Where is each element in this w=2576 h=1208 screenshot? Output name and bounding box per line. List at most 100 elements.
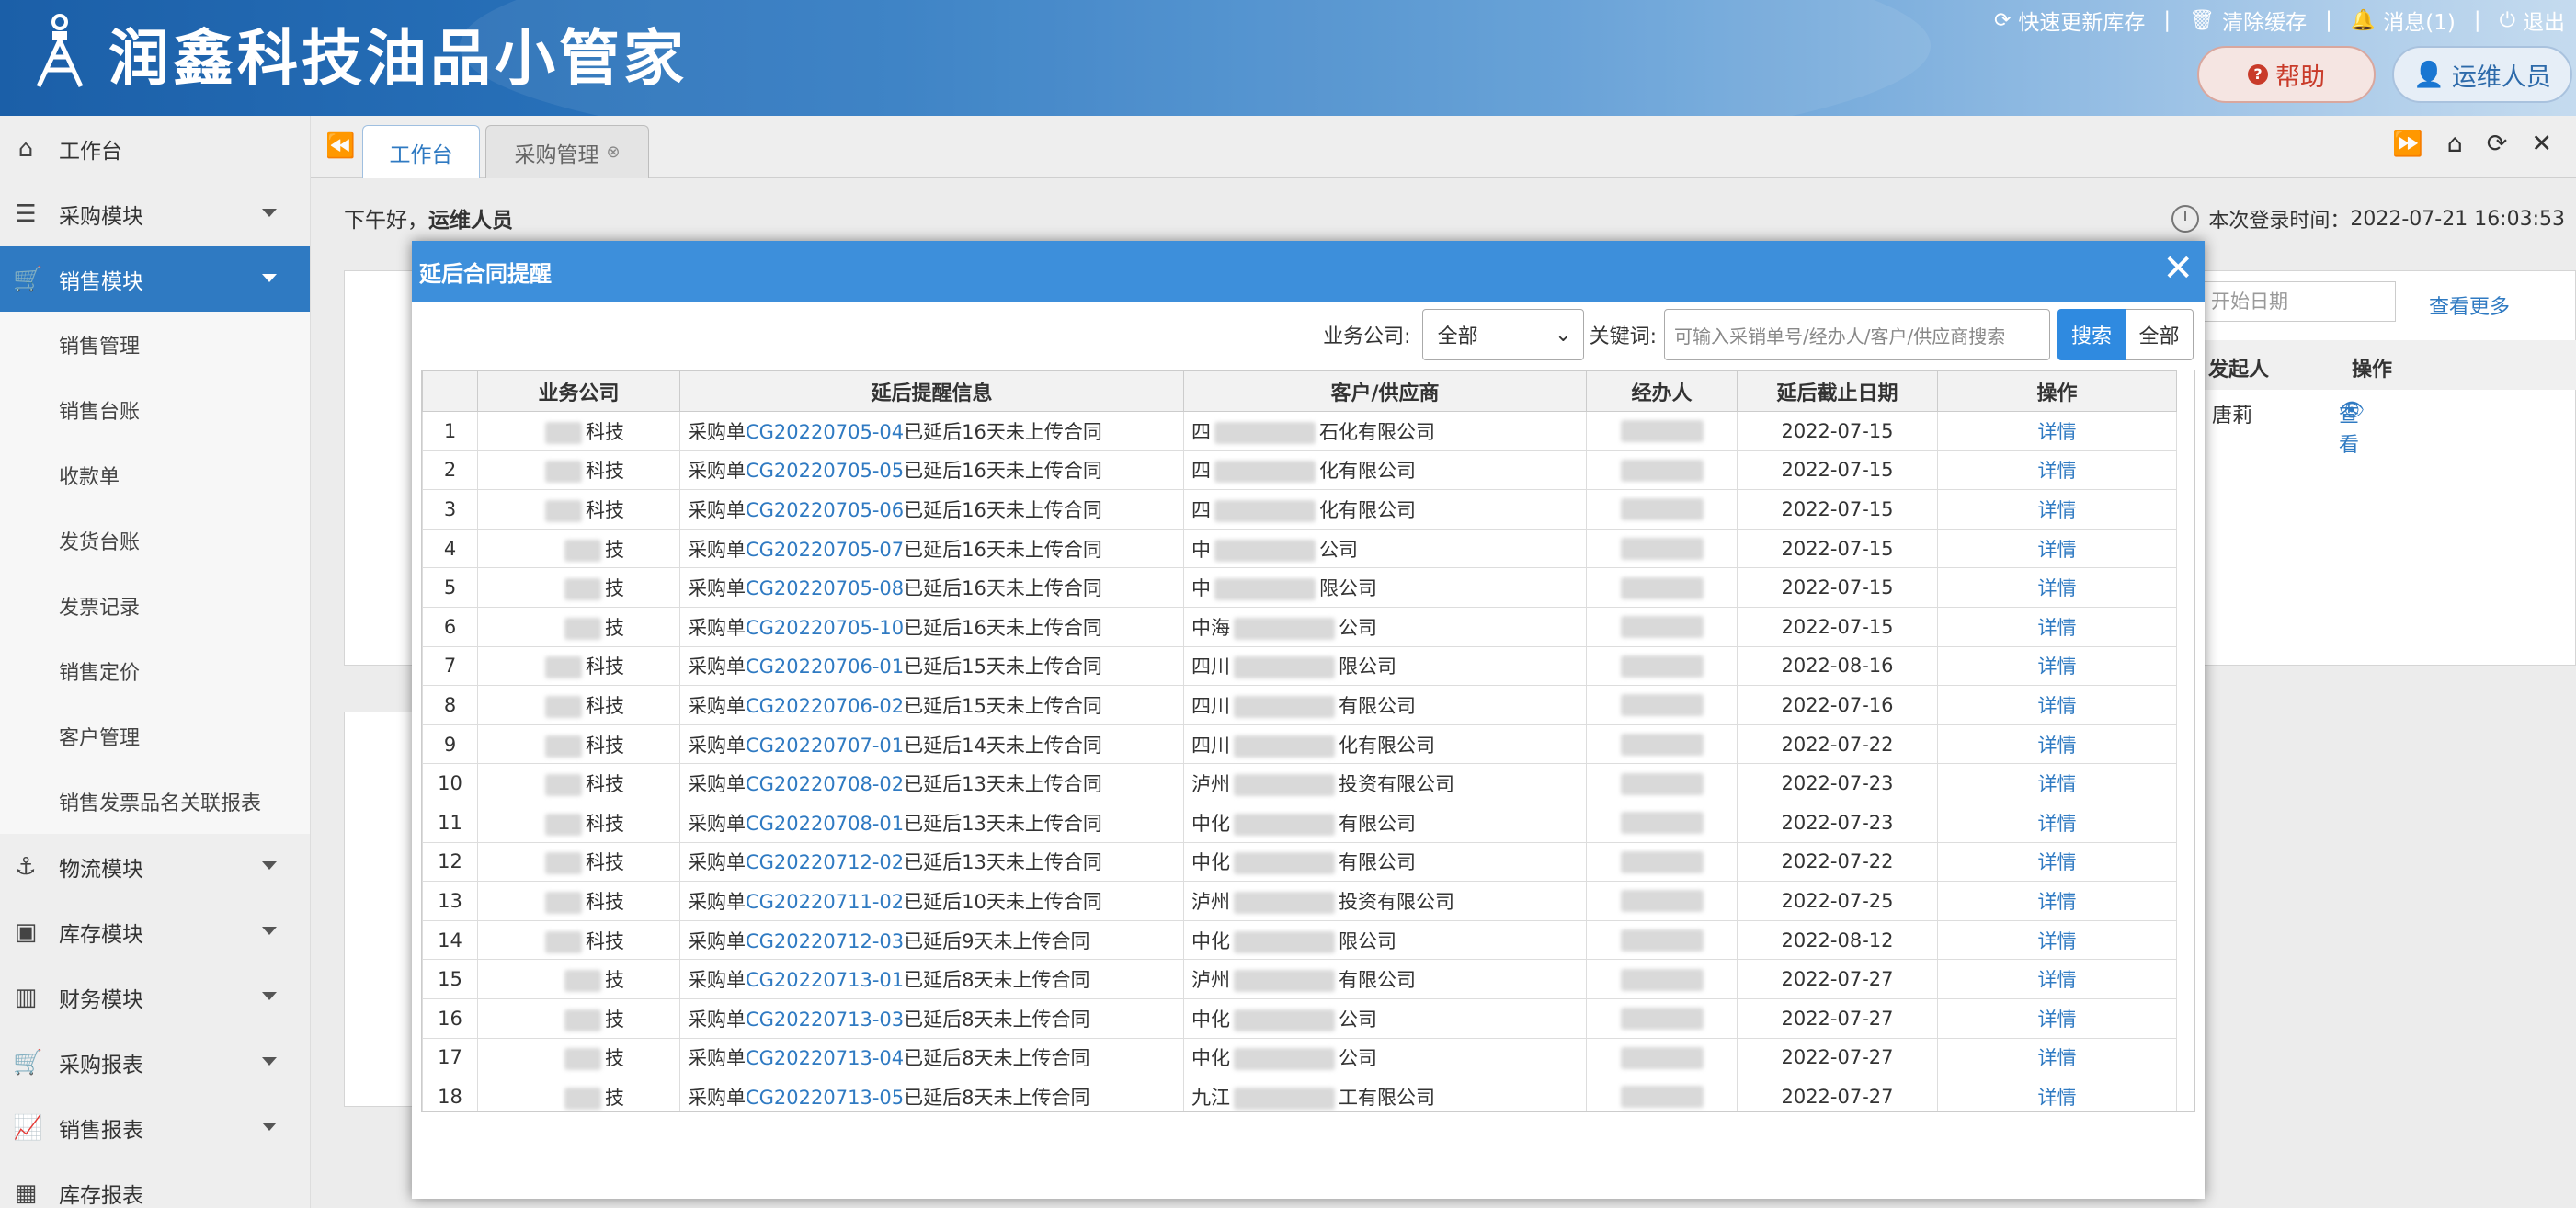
- order-code-link[interactable]: CG20220712-02: [746, 851, 904, 873]
- detail-link[interactable]: 详情: [1937, 919, 2177, 961]
- tab-purchase-mgmt[interactable]: 采购管理 ⊗: [485, 125, 649, 178]
- sidebar-item-logistics[interactable]: ⚓ 物流模块: [0, 834, 310, 899]
- home-icon[interactable]: ⌂: [2447, 130, 2463, 158]
- company-cell: 科技: [477, 881, 680, 921]
- help-button[interactable]: ? 帮助: [2197, 46, 2376, 103]
- clock-icon: [2171, 205, 2200, 233]
- row-index: 14: [422, 919, 478, 961]
- redacted-blur: [1620, 1046, 1704, 1069]
- company-select[interactable]: 全部 ⌄: [1421, 309, 1584, 360]
- close-icon[interactable]: ✕: [2531, 130, 2552, 158]
- scrollbar-track[interactable]: [2194, 499, 2195, 1112]
- order-code-link[interactable]: CG20220705-08: [746, 577, 904, 599]
- col-deadline: 延后截止日期: [1737, 370, 1938, 412]
- sidebar-sub-sales-ledger[interactable]: 销售台账: [0, 377, 310, 442]
- row-index: 17: [422, 1037, 478, 1078]
- sidebar-item-inventory-report[interactable]: ▦ 库存报表: [0, 1160, 310, 1208]
- close-tab-icon[interactable]: ⊗: [606, 142, 620, 162]
- info-cell: 采购单CG20220712-02已延后13天未上传合同: [679, 841, 1184, 883]
- sidebar-sub-invoices[interactable]: 发票记录: [0, 573, 310, 638]
- sidebar-sub-pricing[interactable]: 销售定价: [0, 638, 310, 703]
- sidebar-item-finance[interactable]: ▥ 财务模块: [0, 964, 310, 1030]
- company-cell: 技: [477, 1037, 680, 1078]
- sidebar-sub-shipping-ledger[interactable]: 发货台账: [0, 507, 310, 573]
- refresh-inventory-link[interactable]: ⟳ 快速更新库存: [1994, 5, 2145, 36]
- redacted-blur: [545, 813, 582, 836]
- order-code-link[interactable]: CG20220713-01: [746, 969, 904, 991]
- order-code-link[interactable]: CG20220705-10: [746, 617, 904, 639]
- redacted-blur: [545, 735, 582, 758]
- company-cell: 科技: [477, 724, 680, 765]
- logout-link[interactable]: ⏻ 退出: [2500, 5, 2565, 36]
- refresh-icon[interactable]: ⟳: [2487, 130, 2508, 158]
- order-code-link[interactable]: CG20220708-01: [746, 813, 904, 835]
- close-icon[interactable]: ✕: [2162, 250, 2194, 287]
- col-info: 延后提醒信息: [679, 370, 1184, 412]
- search-button[interactable]: 搜索: [2057, 309, 2126, 360]
- separator: |: [2473, 8, 2481, 32]
- see-more-link[interactable]: 查看更多: [2429, 291, 2510, 320]
- order-code-link[interactable]: CG20220713-03: [746, 1009, 904, 1031]
- detail-link[interactable]: 详情: [1937, 881, 2177, 921]
- order-code-link[interactable]: CG20220713-05: [746, 1087, 904, 1109]
- redacted-blur: [1620, 968, 1704, 991]
- tab-bar: ⏪ 工作台 采购管理 ⊗ ⏩ ⌂ ⟳ ✕: [311, 116, 2576, 178]
- order-code-link[interactable]: CG20220708-02: [746, 773, 904, 795]
- redacted-blur: [545, 421, 582, 444]
- detail-link[interactable]: 详情: [1937, 489, 2177, 530]
- sidebar-item-workbench[interactable]: ⌂ 工作台: [0, 116, 310, 181]
- deadline-cell: 2022-07-27: [1737, 1077, 1938, 1111]
- order-code-link[interactable]: CG20220705-07: [746, 539, 904, 561]
- tabs-scroll-left-icon[interactable]: ⏪: [325, 132, 355, 160]
- detail-link[interactable]: 详情: [1937, 997, 2177, 1039]
- sidebar-item-sales-report[interactable]: 📈 销售报表: [0, 1095, 310, 1160]
- sidebar-item-purchase-report[interactable]: 🛒 采购报表: [0, 1030, 310, 1095]
- detail-link[interactable]: 详情: [1937, 606, 2177, 647]
- order-code-link[interactable]: CG20220705-04: [746, 421, 904, 443]
- handler-cell: [1586, 685, 1738, 725]
- order-code-link[interactable]: CG20220706-01: [746, 655, 904, 678]
- start-date-input[interactable]: 开始日期: [2203, 281, 2396, 322]
- detail-link[interactable]: 详情: [1937, 685, 2177, 725]
- all-button[interactable]: 全部: [2126, 309, 2194, 360]
- order-code-link[interactable]: CG20220706-02: [746, 695, 904, 717]
- detail-link[interactable]: 详情: [1937, 567, 2177, 608]
- deadline-cell: 2022-07-15: [1737, 567, 1938, 608]
- detail-link[interactable]: 详情: [1937, 724, 2177, 765]
- detail-link[interactable]: 详情: [1937, 1037, 2177, 1078]
- tab-workbench[interactable]: 工作台: [362, 125, 480, 178]
- clear-cache-link[interactable]: 🗑 清除缓存: [2189, 5, 2307, 36]
- redacted-blur: [1620, 929, 1704, 952]
- order-code-link[interactable]: CG20220713-04: [746, 1047, 904, 1069]
- info-cell: 采购单CG20220712-03已延后9天未上传合同: [679, 919, 1184, 961]
- sidebar-sub-customers[interactable]: 客户管理: [0, 703, 310, 769]
- detail-link[interactable]: 详情: [1937, 411, 2177, 451]
- detail-link[interactable]: 详情: [1937, 841, 2177, 883]
- sidebar-item-sales[interactable]: 🛒 销售模块: [0, 246, 310, 312]
- user-button[interactable]: 👤 运维人员: [2392, 46, 2572, 103]
- detail-link[interactable]: 详情: [1937, 450, 2177, 491]
- detail-link[interactable]: 详情: [1937, 528, 2177, 569]
- detail-link[interactable]: 详情: [1937, 645, 2177, 687]
- detail-link[interactable]: 详情: [1937, 1077, 2177, 1111]
- detail-link[interactable]: 详情: [1937, 802, 2177, 843]
- detail-link[interactable]: 详情: [1937, 959, 2177, 999]
- detail-link[interactable]: 详情: [1937, 763, 2177, 803]
- order-code-link[interactable]: CG20220705-05: [746, 460, 904, 482]
- sidebar-sub-receipts[interactable]: 收款单: [0, 442, 310, 507]
- order-code-link[interactable]: CG20220711-02: [746, 891, 904, 913]
- chevron-down-icon: [262, 992, 277, 1000]
- order-code-link[interactable]: CG20220705-06: [746, 499, 904, 521]
- messages-link[interactable]: 🔔 消息(1): [2351, 5, 2456, 36]
- sidebar-sub-sales-mgmt[interactable]: 销售管理: [0, 312, 310, 377]
- tabs-scroll-right-icon[interactable]: ⏩: [2392, 129, 2423, 158]
- row-index: 4: [422, 528, 478, 569]
- handler-cell: [1586, 724, 1738, 765]
- order-code-link[interactable]: CG20220712-03: [746, 930, 904, 952]
- company-cell: 科技: [477, 841, 680, 883]
- sidebar-item-inventory[interactable]: ▣ 库存模块: [0, 899, 310, 964]
- keyword-input[interactable]: 可输入采销单号/经办人/客户/供应商搜索: [1664, 309, 2050, 360]
- order-code-link[interactable]: CG20220707-01: [746, 735, 904, 757]
- sidebar-sub-invoice-report[interactable]: 销售发票品名关联报表: [0, 769, 310, 834]
- sidebar-item-procurement[interactable]: ☰ 采购模块: [0, 181, 310, 246]
